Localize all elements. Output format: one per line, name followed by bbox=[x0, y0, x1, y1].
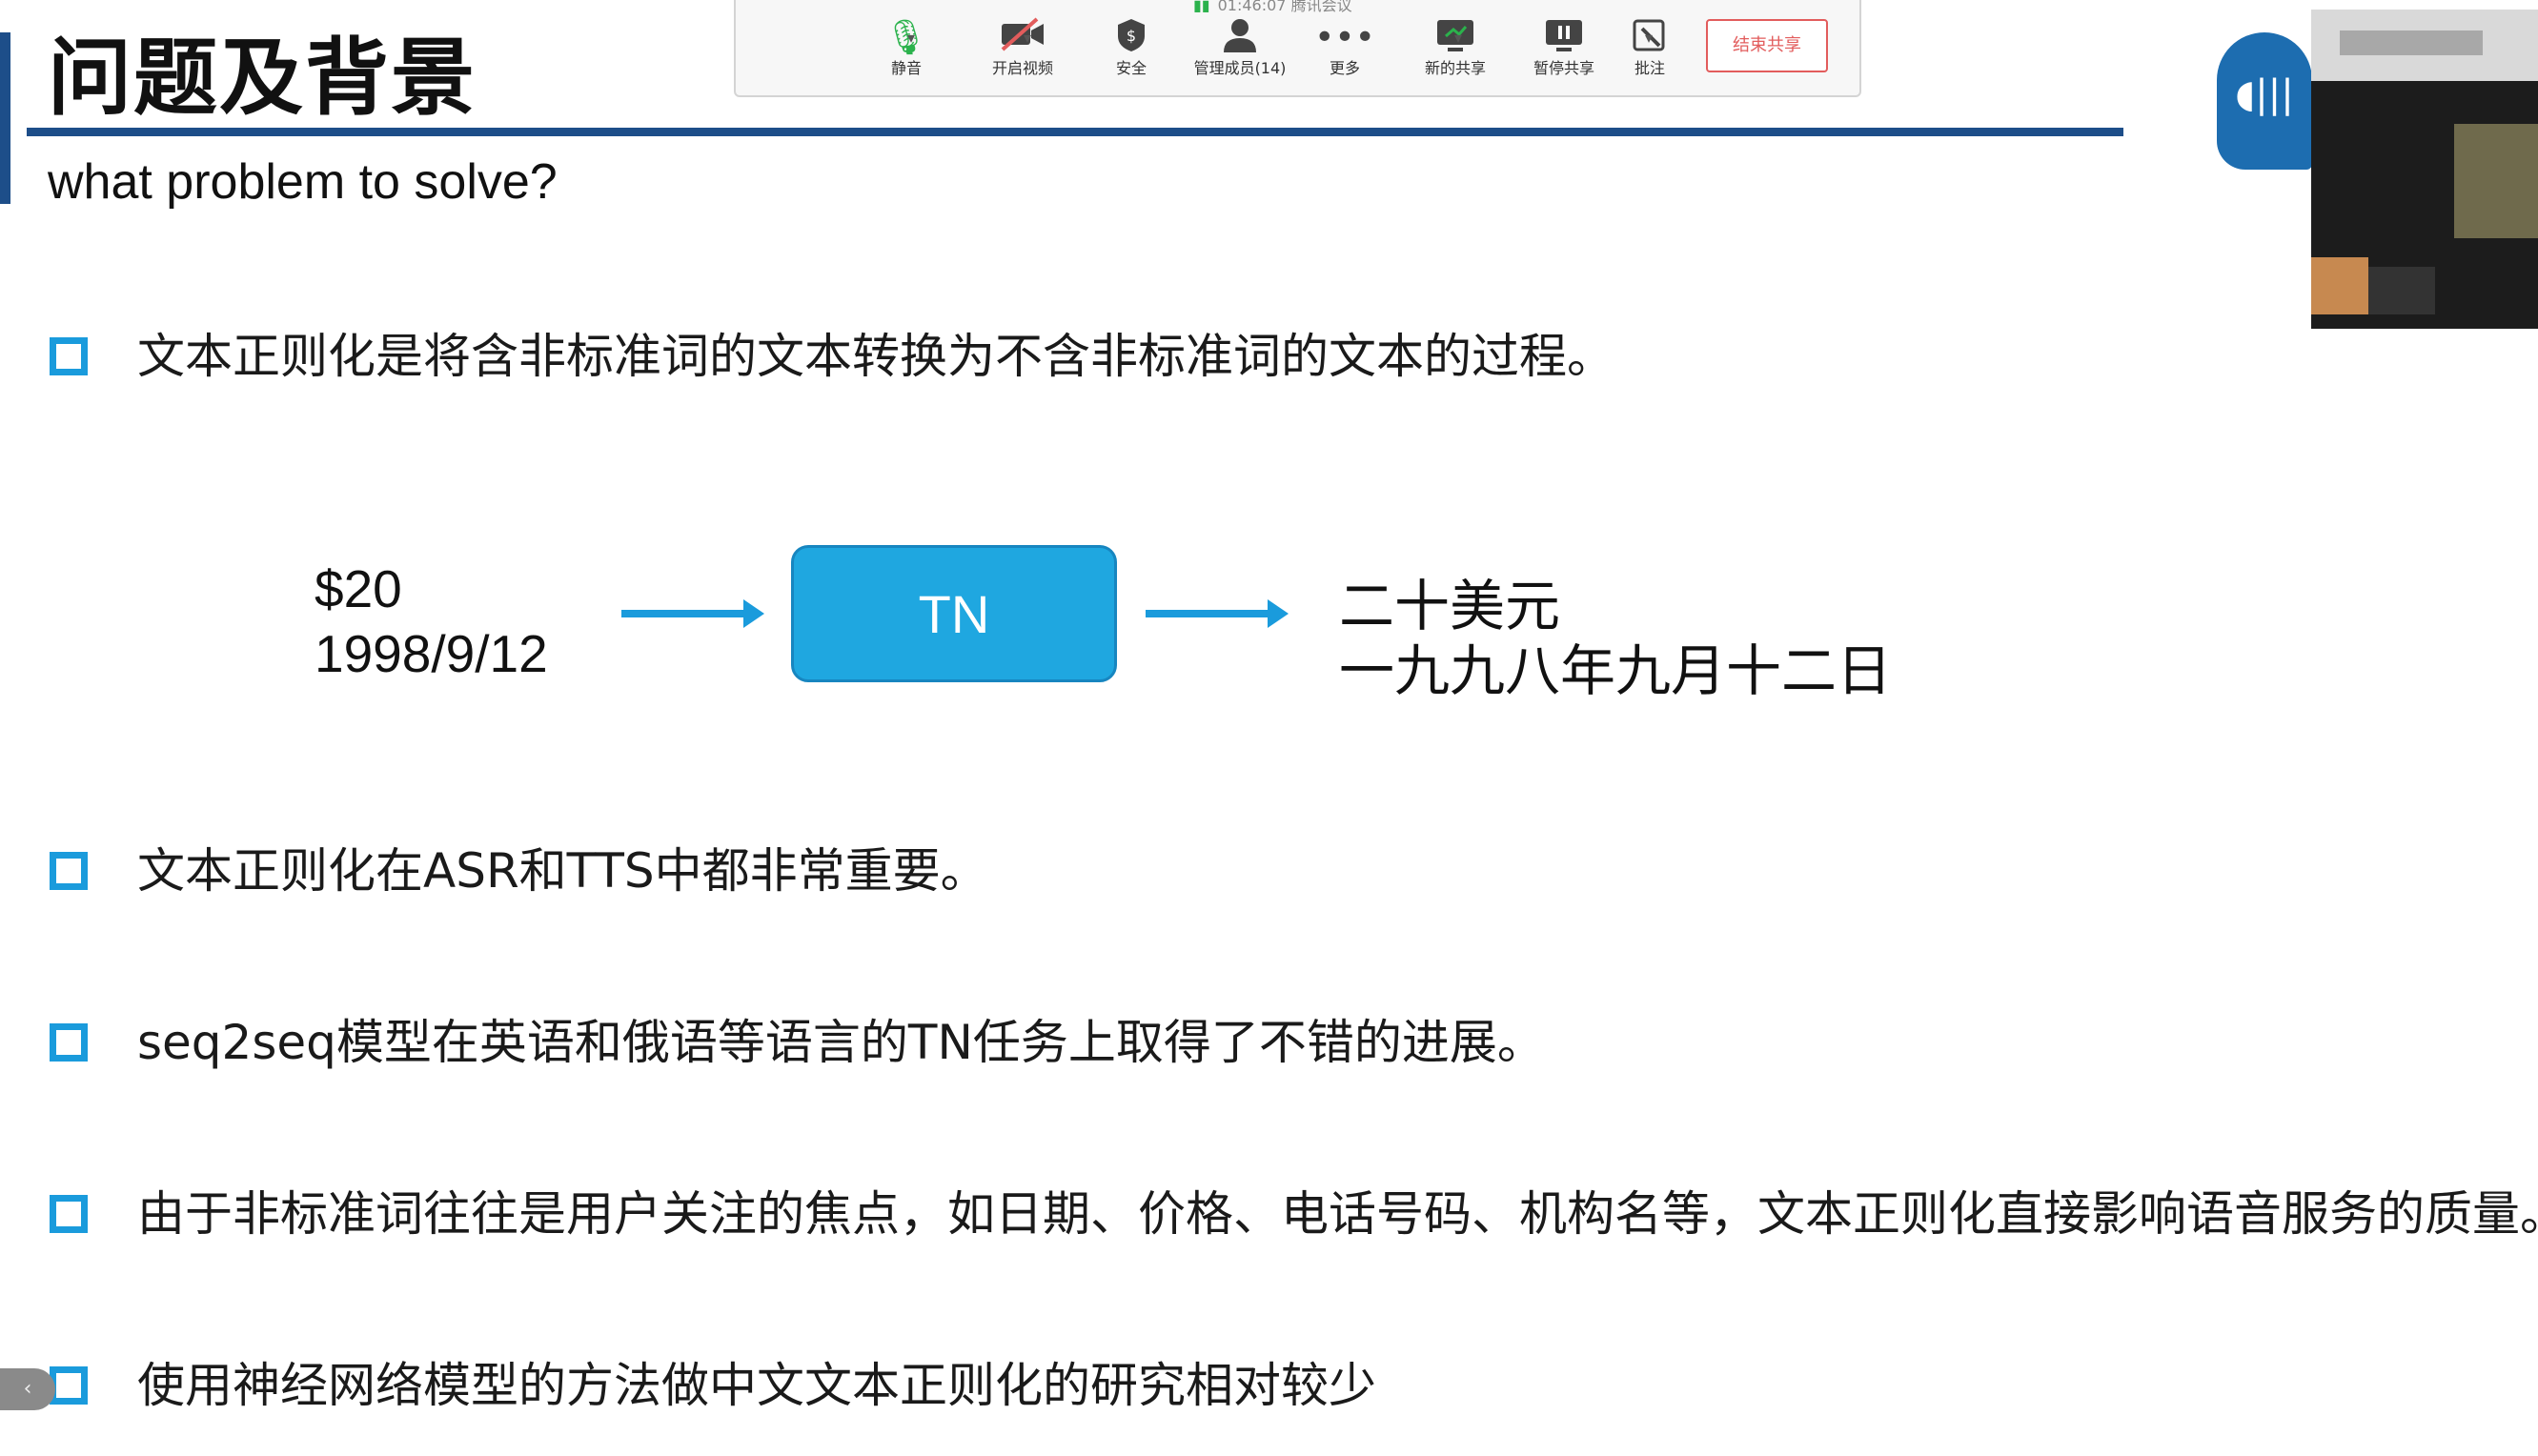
chevron-down-icon[interactable]: ▾ bbox=[907, 29, 915, 47]
bullet-text: 由于非标准词往往是用户关注的焦点，如日期、价格、电话号码、机构名等，文本正则化直… bbox=[137, 1186, 2538, 1242]
bullet-item: 文本正则化在ASR和TTS中都非常重要。 bbox=[50, 840, 988, 901]
new-share-button[interactable]: 新的共享 bbox=[1403, 17, 1508, 78]
more-icon: ••• bbox=[1314, 18, 1375, 57]
blurred-region bbox=[2368, 267, 2435, 314]
security-button[interactable]: $ 安全 bbox=[1079, 17, 1184, 78]
signal-icon: ▮▮ bbox=[1193, 0, 1210, 14]
manage-members-button[interactable]: 管理成员(14) bbox=[1188, 17, 1292, 78]
more-button[interactable]: ••• 更多 bbox=[1292, 17, 1397, 78]
slide: 问题及背景 what problem to solve? 文本正则化是将含非标准… bbox=[0, 0, 2538, 1456]
bullet-item: seq2seq模型在英语和俄语等语言的TN任务上取得了不错的进展。 bbox=[50, 1012, 1545, 1073]
chevron-down-icon[interactable]: ▾ bbox=[1454, 29, 1462, 47]
chevron-down-icon[interactable]: ▾ bbox=[1024, 29, 1031, 47]
meeting-name: 腾讯会议 bbox=[1290, 0, 1352, 14]
tn-input-date: 1998/9/12 bbox=[315, 624, 548, 683]
video-off-icon bbox=[970, 17, 1075, 59]
side-panel-toggle[interactable]: ‹ bbox=[0, 1368, 55, 1410]
blurred-region bbox=[2311, 257, 2368, 314]
meeting-timer: 01:46:07 bbox=[1217, 0, 1287, 14]
annotate-button[interactable]: 批注 bbox=[1597, 17, 1702, 78]
bullet-item: 文本正则化是将含非标准词的文本转换为不含非标准词的文本的过程。 bbox=[50, 326, 1614, 387]
chevron-down-icon[interactable]: ▾ bbox=[1645, 29, 1653, 47]
bullet-item: 由于非标准词往往是用户关注的焦点，如日期、价格、电话号码、机构名等，文本正则化直… bbox=[50, 1183, 2538, 1244]
bullet-text: 文本正则化是将含非标准词的文本转换为不含非标准词的文本的过程。 bbox=[137, 329, 1614, 384]
end-share-button[interactable]: 结束共享 bbox=[1706, 19, 1828, 72]
square-bullet-icon bbox=[50, 1195, 88, 1233]
bullet-text: seq2seq模型在英语和俄语等语言的TN任务上取得了不错的进展。 bbox=[137, 1015, 1545, 1070]
tn-input-examples: $20 1998/9/12 bbox=[315, 556, 548, 686]
bullet-item: 使用神经网络模型的方法做中文文本正则化的研究相对较少 bbox=[50, 1355, 1376, 1416]
arrow-right-icon bbox=[621, 599, 764, 628]
tn-input-price: $20 bbox=[315, 559, 402, 618]
bullet-text: 文本正则化在ASR和TTS中都非常重要。 bbox=[137, 843, 988, 899]
blurred-region bbox=[2340, 30, 2483, 55]
mute-button[interactable]: 🎙 静音 bbox=[854, 17, 959, 78]
slide-title: 问题及背景 bbox=[48, 29, 477, 127]
title-underline bbox=[27, 128, 2123, 136]
blurred-region bbox=[2454, 124, 2538, 238]
arrow-right-icon bbox=[1146, 599, 1289, 628]
bullet-text: 使用神经网络模型的方法做中文文本正则化的研究相对较少 bbox=[137, 1358, 1376, 1413]
microphone-icon: 🎙 bbox=[884, 18, 928, 57]
tn-output-date: 一九九八年九月十二日 bbox=[1339, 638, 1893, 703]
tn-box-label: TN bbox=[918, 583, 990, 644]
square-bullet-icon bbox=[50, 337, 88, 375]
meeting-status: ▮▮ 01:46:07 腾讯会议 bbox=[1193, 0, 1352, 15]
voice-logo-icon: ◖||| bbox=[2217, 32, 2312, 170]
tn-output-examples: 二十美元 一九九八年九月十二日 bbox=[1339, 574, 1892, 703]
square-bullet-icon bbox=[50, 1023, 88, 1062]
square-bullet-icon bbox=[50, 852, 88, 890]
square-bullet-icon bbox=[50, 1366, 88, 1405]
person-icon bbox=[1188, 17, 1292, 59]
title-accent-bar bbox=[0, 32, 10, 204]
video-thumbnail[interactable] bbox=[2311, 10, 2538, 329]
tn-output-price: 二十美元 bbox=[1339, 574, 1561, 638]
video-button[interactable]: 开启视频 bbox=[970, 17, 1075, 78]
tn-box: TN bbox=[791, 545, 1117, 682]
slide-subtitle: what problem to solve? bbox=[48, 154, 558, 210]
shield-icon: $ bbox=[1079, 17, 1184, 59]
meeting-toolbar: ▮▮ 01:46:07 腾讯会议 🎙 静音 ▾ 开启视频 ▾ $ 安全 管理成员(… bbox=[734, 0, 1861, 97]
svg-text:$: $ bbox=[1127, 27, 1136, 45]
